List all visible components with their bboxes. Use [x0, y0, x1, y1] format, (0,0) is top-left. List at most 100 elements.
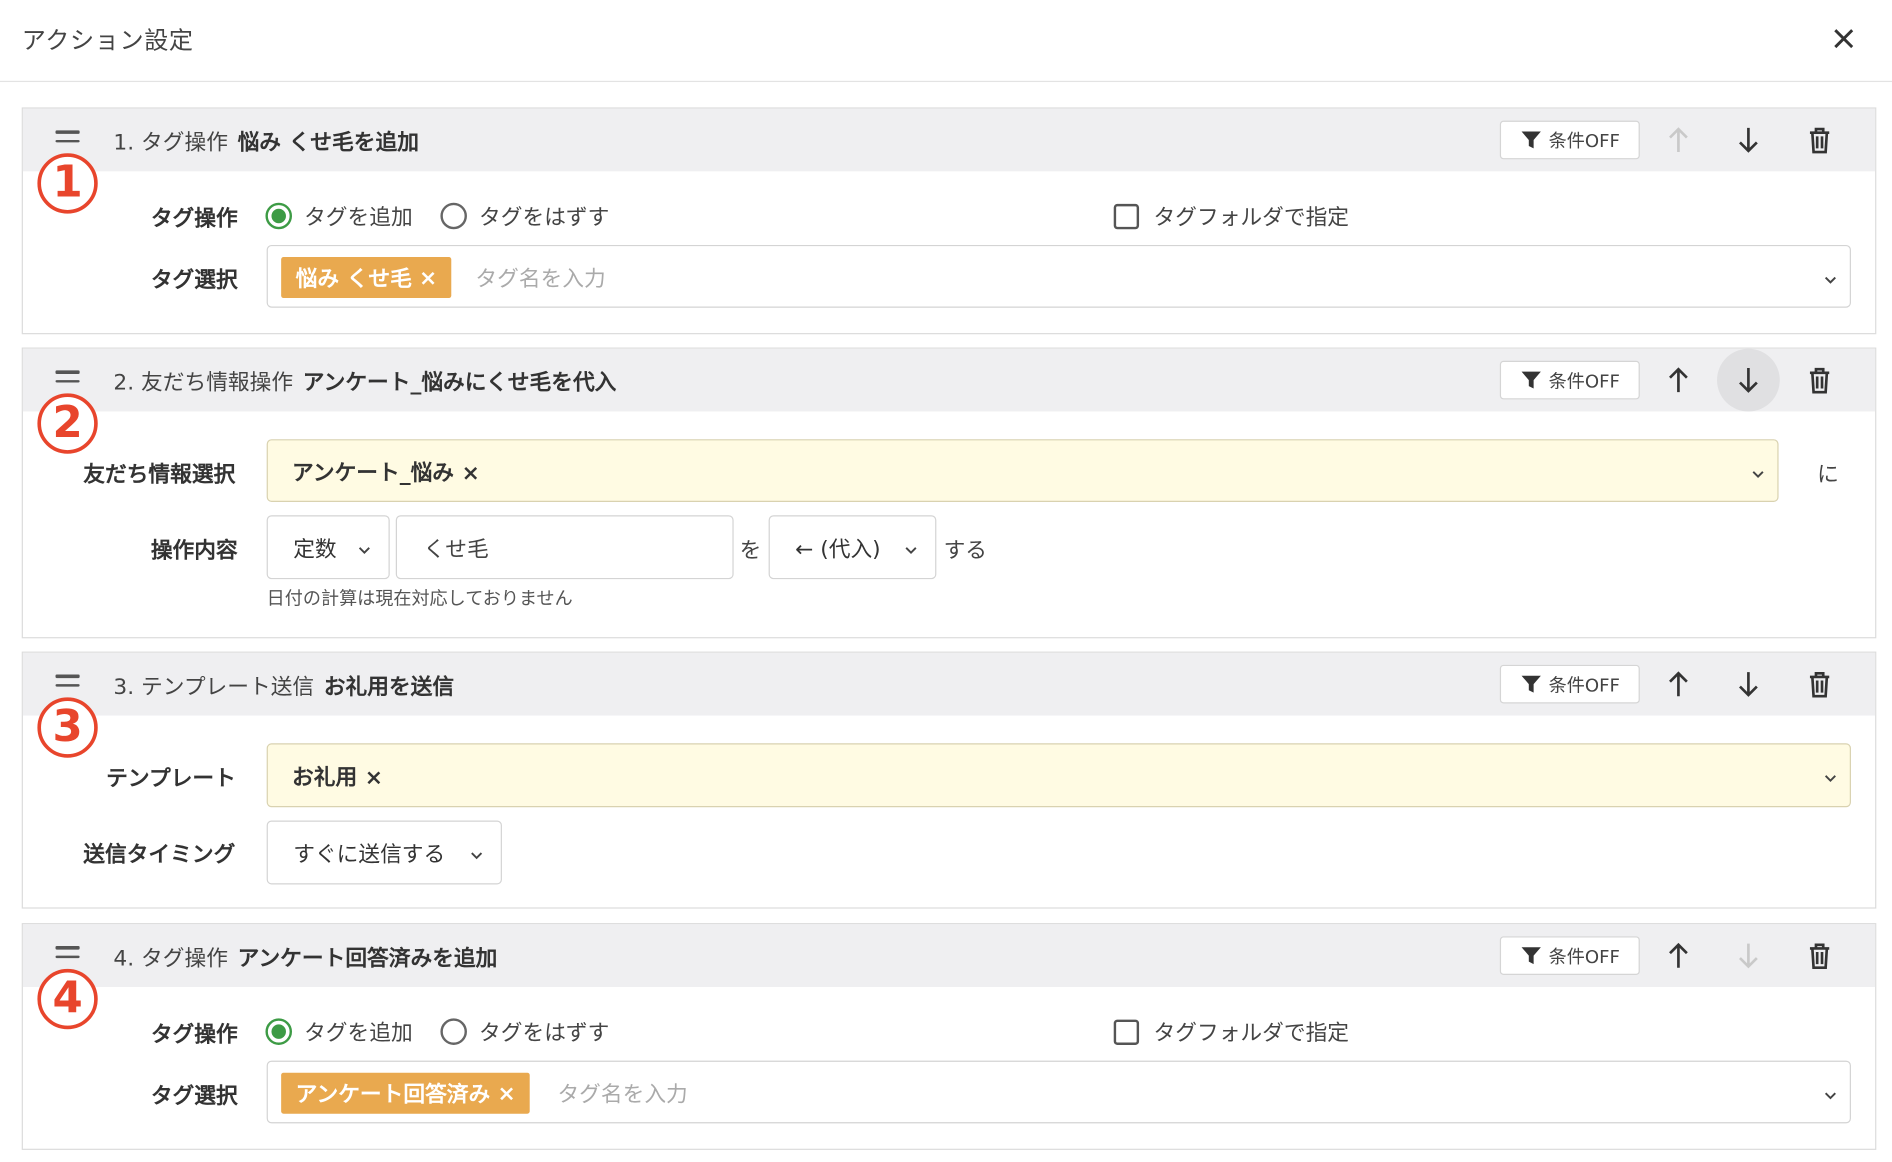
trash-icon: [1809, 127, 1830, 154]
drag-handle-icon[interactable]: [55, 130, 80, 147]
drag-handle-icon[interactable]: [55, 674, 80, 692]
tag-chip-label: 悩み くせ毛: [295, 266, 412, 293]
chevron-down-icon: [1751, 463, 1765, 478]
tag-select-field[interactable]: アンケート回答済み × タグ名を入力: [266, 1060, 1851, 1124]
action-card-header: 3. テンプレート送信 お礼用を送信 条件OFF: [22, 652, 1876, 716]
chip-remove-icon[interactable]: ×: [365, 765, 383, 790]
value-input[interactable]: くせ毛: [395, 515, 734, 580]
condition-off-button[interactable]: 条件OFF: [1499, 360, 1640, 400]
tag-select-field[interactable]: 悩み くせ毛 × タグ名を入力: [266, 244, 1851, 308]
move-down-button[interactable]: [1723, 659, 1774, 710]
action-title-prefix: 4. タグ操作: [113, 945, 228, 972]
tag-operation-label: タグ操作: [150, 206, 238, 232]
arrow-up-icon: [1669, 671, 1688, 697]
chevron-down-icon: [904, 539, 918, 555]
value-type-select[interactable]: 定数: [266, 515, 390, 580]
tag-chip: 悩み くせ毛 ×: [281, 257, 452, 299]
condition-off-button[interactable]: 条件OFF: [1499, 664, 1640, 704]
arrow-down-icon: [1739, 672, 1758, 697]
operator-select[interactable]: ← (代入): [768, 515, 937, 580]
tag-select-label: タグ選択: [150, 267, 238, 294]
delete-button[interactable]: [1794, 115, 1845, 166]
action-card-header: 1. タグ操作 悩み くせ毛を追加 条件OFF: [22, 108, 1876, 172]
action-title: 2. 友だち情報操作 アンケート_悩みにくせ毛を代入: [113, 366, 616, 397]
action-title: 3. テンプレート送信 お礼用を送信: [113, 670, 454, 701]
radio-remove-tag[interactable]: タグをはずす: [440, 1016, 609, 1047]
trash-icon: [1809, 943, 1830, 970]
radio-add-label: タグを追加: [304, 1020, 413, 1047]
suffix-ni: に: [1817, 462, 1839, 488]
action-title-summary: アンケート回答済みを追加: [237, 945, 498, 972]
chevron-down-icon: [1823, 767, 1837, 783]
operation-label: 操作内容: [150, 538, 238, 564]
move-up-button[interactable]: [1653, 659, 1704, 710]
arrow-down-icon: [1739, 127, 1758, 153]
move-down-button[interactable]: [1723, 115, 1774, 166]
chevron-down-icon: [469, 845, 483, 860]
send-timing-select[interactable]: すぐに送信する: [266, 820, 502, 885]
arrow-down-icon: [1739, 368, 1758, 393]
condition-label: 条件OFF: [1548, 945, 1620, 968]
action-card-header: 4. タグ操作 アンケート回答済みを追加 条件OFF: [22, 924, 1876, 988]
action-card-3: 3. テンプレート送信 お礼用を送信 条件OFF 3 テンプレート お礼用 × 送…: [21, 651, 1877, 909]
tag-input-placeholder[interactable]: タグ名を入力: [557, 1078, 687, 1109]
radio-add-tag[interactable]: タグを追加: [265, 200, 413, 231]
step-number-badge: 3: [37, 697, 98, 758]
operator-text: ← (代入): [795, 536, 881, 563]
action-card-1: 1. タグ操作 悩み くせ毛を追加 条件OFF 1 タグ操作 タグを追加 タグをは…: [21, 107, 1877, 335]
move-down-button[interactable]: [1723, 930, 1774, 981]
modal-title: アクション設定: [21, 25, 194, 55]
template-select[interactable]: お礼用 ×: [266, 743, 1851, 808]
drag-handle-icon[interactable]: [55, 370, 80, 387]
action-title-prefix: 2. 友だち情報操作: [113, 370, 294, 396]
radio-remove-tag[interactable]: タグをはずす: [440, 200, 609, 231]
action-settings-modal: アクション設定 1. タグ操作 悩み くせ毛を追加 条件OFF 1 タグ操作 タ…: [0, 0, 1892, 1162]
action-title: 4. タグ操作 アンケート回答済みを追加: [113, 941, 497, 972]
step-number-badge: 1: [37, 153, 98, 214]
delete-button[interactable]: [1794, 930, 1845, 981]
tag-folder-label: タグフォルダで指定: [1153, 205, 1350, 231]
close-icon[interactable]: [1827, 22, 1861, 56]
tag-input-placeholder[interactable]: タグ名を入力: [475, 262, 605, 293]
step-number-badge: 4: [37, 968, 98, 1030]
tag-chip: アンケート回答済み ×: [281, 1072, 531, 1114]
send-timing-label: 送信タイミング: [83, 842, 236, 868]
move-up-button[interactable]: [1653, 115, 1704, 166]
friend-info-label: 友だち情報選択: [83, 462, 236, 488]
modal-header: アクション設定: [0, 0, 1892, 83]
chip-remove-icon[interactable]: ×: [419, 265, 437, 290]
condition-off-button[interactable]: 条件OFF: [1499, 936, 1640, 975]
chevron-down-icon: [1823, 269, 1837, 284]
action-title-summary: お礼用を送信: [323, 674, 455, 700]
delete-button[interactable]: [1794, 355, 1845, 406]
action-title: 1. タグ操作 悩み くせ毛を追加: [113, 125, 419, 156]
friend-info-select[interactable]: アンケート_悩み ×: [266, 439, 1779, 502]
tag-folder-checkbox[interactable]: タグフォルダで指定: [1113, 1016, 1349, 1047]
arrow-up-icon: [1669, 127, 1688, 153]
move-up-button[interactable]: [1653, 930, 1704, 981]
chevron-down-icon: [1823, 1085, 1837, 1100]
action-title-prefix: 3. テンプレート送信: [113, 674, 315, 700]
action-card-4: 4. タグ操作 アンケート回答済みを追加 条件OFF 4 タグ操作 タグを追加 タ…: [21, 923, 1877, 1150]
drag-handle-icon[interactable]: [55, 945, 80, 963]
arrow-down-icon: [1739, 943, 1758, 969]
action-title-prefix: 1. タグ操作: [113, 130, 228, 156]
action-title-summary: アンケート_悩みにくせ毛を代入: [302, 370, 617, 396]
radio-add-label: タグを追加: [304, 205, 413, 231]
tag-chip-label: アンケート回答済み: [295, 1082, 491, 1108]
move-up-button[interactable]: [1653, 355, 1704, 406]
delete-button[interactable]: [1794, 659, 1845, 710]
trash-icon: [1809, 367, 1830, 394]
tag-operation-label: タグ操作: [150, 1022, 238, 1048]
condition-label: 条件OFF: [1548, 369, 1620, 392]
chip-remove-icon[interactable]: ×: [497, 1081, 515, 1106]
tag-folder-checkbox[interactable]: タグフォルダで指定: [1113, 200, 1350, 231]
particle-wo: を: [739, 538, 762, 564]
condition-off-button[interactable]: 条件OFF: [1499, 120, 1640, 160]
radio-add-tag[interactable]: タグを追加: [265, 1016, 413, 1047]
action-card-2: 2. 友だち情報操作 アンケート_悩みにくせ毛を代入 条件OFF 2 友だち情報選…: [21, 347, 1877, 639]
move-down-button[interactable]: [1717, 348, 1780, 412]
template-value: お礼用 ×: [292, 760, 383, 791]
chip-remove-icon[interactable]: ×: [462, 461, 480, 486]
suru-text: する: [943, 538, 988, 564]
